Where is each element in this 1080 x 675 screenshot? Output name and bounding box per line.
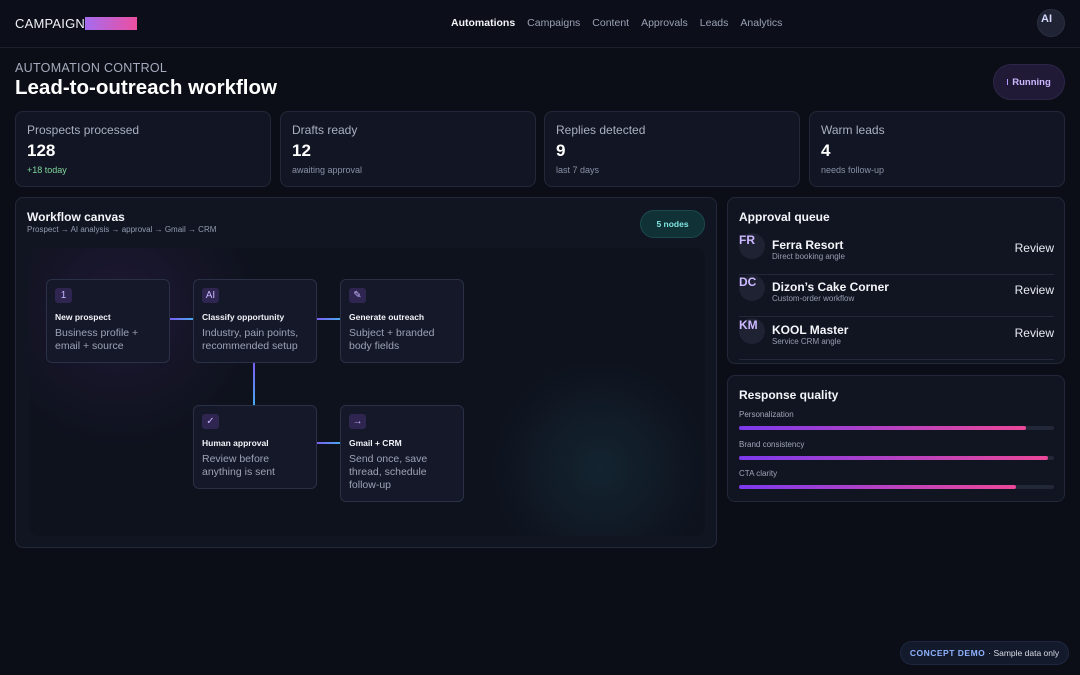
nav-leads[interactable]: Leads — [700, 17, 729, 29]
demo-tag: CONCEPT DEMO — [909, 648, 986, 658]
pencil-icon: ✎ — [349, 288, 366, 303]
metric-bar-fill — [739, 456, 1048, 460]
user-avatar[interactable]: AI — [1037, 9, 1065, 37]
ai-icon: AI — [202, 288, 219, 303]
workflow-node-approval[interactable]: ✓ Human approval Review before anything … — [193, 405, 317, 489]
workflow-title: Workflow canvas — [27, 210, 125, 224]
node-title: Human approval — [202, 438, 269, 448]
metric-bar-track — [739, 456, 1054, 460]
company-avatar: FR — [739, 233, 765, 259]
queue-item[interactable]: FR Ferra Resort Direct booking angle Rev… — [739, 233, 1054, 275]
company-initials: KM — [739, 318, 758, 332]
main-nav: Automations Campaigns Content Approvals … — [451, 17, 782, 29]
page-title: Lead-to-outreach workflow — [15, 76, 277, 99]
stat-sub: needs follow-up — [821, 165, 885, 175]
stat-card-drafts: Drafts ready 12 awaiting approval — [280, 111, 536, 187]
status-label: Running — [1012, 76, 1051, 88]
user-initials: AI — [1041, 13, 1052, 25]
workflow-node-generate[interactable]: ✎ Generate outreach Subject + branded bo… — [340, 279, 464, 363]
metric-bar-track — [739, 485, 1054, 489]
concept-demo-badge: CONCEPT DEMO · Sample data only — [900, 641, 1069, 665]
demo-note: · Sample data only — [988, 648, 1060, 658]
queue-item[interactable]: KM KOOL Master Service CRM angle Review — [739, 318, 1054, 360]
stat-sub: last 7 days — [556, 165, 600, 175]
queue-item[interactable]: DC Dizon’s Cake Corner Custom-order work… — [739, 275, 1054, 317]
company-avatar: DC — [739, 275, 765, 301]
stat-sub: +18 today — [27, 165, 67, 175]
metric-label: CTA clarity — [739, 469, 778, 478]
nav-approvals[interactable]: Approvals — [641, 17, 688, 29]
node-description: Subject + branded body fields — [349, 327, 435, 352]
stat-card-prospects: Prospects processed 128 +18 today — [15, 111, 271, 187]
workflow-node-classify[interactable]: AI Classify opportunity Industry, pain p… — [193, 279, 317, 363]
workflow-canvas[interactable]: 1 New prospect Business profile + email … — [30, 248, 705, 536]
node-title: Gmail + CRM — [349, 438, 402, 448]
node-number-badge: 1 — [55, 288, 72, 303]
workflow-canvas-panel: Workflow canvas Prospect → AI analysis →… — [15, 197, 717, 548]
company-name: Ferra Resort — [772, 238, 844, 252]
page-eyebrow: AUTOMATION CONTROL — [15, 61, 168, 75]
arrow-right-icon: → — [349, 414, 366, 429]
status-badge[interactable]: Running — [993, 64, 1065, 100]
company-initials: DC — [739, 275, 757, 289]
node-title: Generate outreach — [349, 312, 425, 322]
workflow-node-gmail-crm[interactable]: → Gmail + CRM Send once, save thread, sc… — [340, 405, 464, 502]
stat-label: Drafts ready — [292, 123, 358, 137]
node-title: Classify opportunity — [202, 312, 285, 322]
node-description: Review before anything is sent — [202, 453, 275, 478]
connector-line — [253, 362, 255, 405]
brand-name: CAMPAIGN — [15, 16, 85, 31]
status-indicator-icon — [1007, 79, 1009, 85]
metric-label: Brand consistency — [739, 440, 805, 449]
company-angle: Custom-order workflow — [772, 294, 855, 303]
brand-logo[interactable]: CAMPAIGN — [15, 16, 137, 31]
stat-label: Replies detected — [556, 123, 646, 137]
stat-card-replies: Replies detected 9 last 7 days — [544, 111, 800, 187]
connector-line — [316, 318, 340, 320]
company-avatar: KM — [739, 318, 765, 344]
metric-bar-fill — [739, 485, 1017, 489]
stat-label: Prospects processed — [27, 123, 140, 137]
quality-title: Response quality — [739, 388, 839, 402]
node-count-badge[interactable]: 5 nodes — [640, 210, 705, 238]
nav-content[interactable]: Content — [592, 17, 629, 29]
node-description: Business profile + email + source — [55, 327, 139, 352]
stat-sub: awaiting approval — [292, 165, 363, 175]
stat-card-warm-leads: Warm leads 4 needs follow-up — [809, 111, 1065, 187]
node-description: Send once, save thread, schedule follow-… — [349, 453, 428, 491]
review-button[interactable]: Review — [1015, 241, 1054, 255]
nav-campaigns[interactable]: Campaigns — [527, 17, 580, 29]
stat-label: Warm leads — [821, 123, 885, 137]
metric-bar-fill — [739, 426, 1026, 430]
review-button[interactable]: Review — [1015, 326, 1054, 340]
approval-queue-panel: Approval queue FR Ferra Resort Direct bo… — [727, 197, 1065, 364]
node-description: Industry, pain points, recommended setup — [202, 327, 299, 352]
stat-value: 128 — [27, 141, 56, 160]
node-title: New prospect — [55, 312, 111, 322]
stat-value: 4 — [821, 141, 831, 160]
metric-label: Personalization — [739, 410, 794, 419]
company-name: KOOL Master — [772, 323, 849, 337]
company-name: Dizon’s Cake Corner — [772, 280, 889, 294]
metric-bar-track — [739, 426, 1054, 430]
queue-title: Approval queue — [739, 210, 830, 224]
company-angle: Service CRM angle — [772, 337, 841, 346]
review-button[interactable]: Review — [1015, 283, 1054, 297]
workflow-node-new-prospect[interactable]: 1 New prospect Business profile + email … — [46, 279, 170, 363]
top-bar: CAMPAIGN Automations Campaigns Content A… — [0, 0, 1080, 48]
connector-line — [316, 442, 340, 444]
workflow-subtitle: Prospect → AI analysis → approval → Gmai… — [27, 225, 217, 234]
response-quality-panel: Response quality Personalization Brand c… — [727, 375, 1065, 502]
check-icon: ✓ — [202, 414, 219, 429]
nav-analytics[interactable]: Analytics — [740, 17, 782, 29]
connector-line — [169, 318, 193, 320]
stat-value: 9 — [556, 141, 566, 160]
brand-gradient-mark — [84, 17, 137, 30]
nav-automations[interactable]: Automations — [451, 17, 515, 29]
company-initials: FR — [739, 233, 755, 247]
stat-value: 12 — [292, 141, 311, 160]
company-angle: Direct booking angle — [772, 252, 845, 261]
